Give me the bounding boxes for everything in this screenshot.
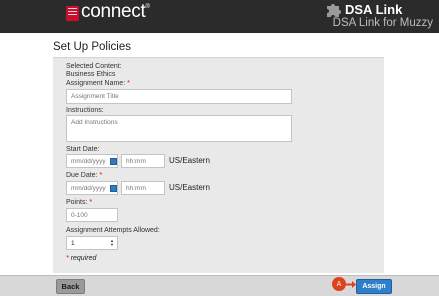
app-title: DSA Link — [345, 2, 403, 17]
assignment-name-label: Assignment Name: * — [66, 80, 130, 87]
due-date-input[interactable]: mm/dd/yyyy — [66, 181, 118, 195]
arrow-right-icon — [346, 281, 356, 288]
attempts-select[interactable]: 1 ▲ ▼ — [66, 236, 118, 250]
app-subtitle: DSA Link for Muzzy — [332, 17, 433, 29]
start-time-input[interactable]: hh:mm — [121, 154, 165, 168]
instructions-label: Instructions: — [66, 107, 104, 114]
app-header: connect® DSA Link DSA Link for Muzzy — [0, 0, 439, 33]
puzzle-piece-icon — [327, 4, 341, 17]
start-date-input[interactable]: mm/dd/yyyy — [66, 154, 118, 168]
due-time-input[interactable]: hh:mm — [121, 181, 165, 195]
selected-content-label: Selected Content: — [66, 63, 122, 70]
due-date-text: mm/dd/yyyy — [71, 184, 106, 192]
calendar-icon[interactable] — [110, 158, 117, 165]
brand-name: connect® — [81, 1, 150, 22]
required-note: * required — [66, 255, 97, 262]
assignment-name-input[interactable]: Assignment Title — [66, 89, 292, 104]
due-timezone: US/Eastern — [169, 183, 210, 192]
mcgraw-hill-logo-icon — [66, 6, 79, 21]
selected-content-value: Business Ethics — [66, 71, 116, 78]
start-timezone: US/Eastern — [169, 156, 210, 165]
callout-badge: A — [332, 277, 346, 291]
start-date-text: mm/dd/yyyy — [71, 157, 106, 165]
assign-button[interactable]: Assign — [356, 279, 392, 294]
points-label: Points: * — [66, 199, 93, 206]
select-arrows-icon: ▲ ▼ — [110, 238, 114, 247]
instructions-textarea[interactable]: Add Instructions — [66, 115, 292, 142]
policies-panel: Selected Content: Business Ethics Assign… — [53, 57, 384, 273]
points-input[interactable]: 0-100 — [66, 208, 118, 222]
start-date-label: Start Date: — [66, 146, 100, 153]
calendar-icon[interactable] — [110, 185, 117, 192]
page-title: Set Up Policies — [53, 41, 131, 53]
attempts-value: 1 — [71, 239, 75, 247]
back-button[interactable]: Back — [56, 279, 85, 294]
attempts-label: Assignment Attempts Allowed: — [66, 227, 160, 234]
due-date-label: Due Date: * — [66, 172, 103, 179]
